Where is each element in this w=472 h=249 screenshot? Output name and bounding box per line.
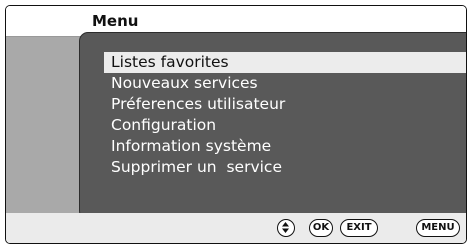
side-band [6, 37, 81, 213]
menu-item-preferences-utilisateur[interactable]: Préferences utilisateur [104, 94, 466, 115]
menu-item-configuration[interactable]: Configuration [104, 115, 466, 136]
menu-list: Listes favorites Nouveaux services Préfe… [104, 52, 466, 178]
exit-button[interactable]: EXIT [340, 219, 378, 237]
menu-button[interactable]: MENU [416, 219, 460, 237]
menu-item-information-systeme[interactable]: Information système [104, 136, 466, 157]
menu-title: Menu [92, 12, 139, 30]
menu-panel: Listes favorites Nouveaux services Préfe… [79, 32, 466, 220]
menu-item-listes-favorites[interactable]: Listes favorites [104, 52, 466, 73]
ok-button[interactable]: OK [309, 219, 333, 237]
menu-item-nouveaux-services[interactable]: Nouveaux services [104, 73, 466, 94]
key-hint-bar: OK EXIT MENU [6, 213, 466, 243]
up-down-navigation-icon[interactable] [277, 219, 295, 237]
menu-item-supprimer-service[interactable]: Supprimer un service [104, 157, 466, 178]
osd-screen: Menu Listes favorites Nouveaux services … [5, 5, 467, 244]
